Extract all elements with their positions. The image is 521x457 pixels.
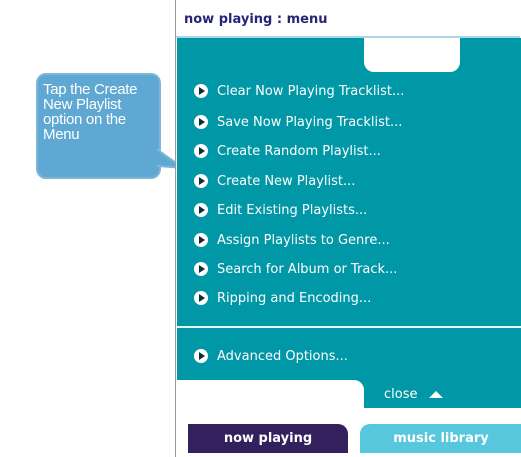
menu-item-save-tracklist[interactable]: Save Now Playing Tracklist... <box>194 111 402 133</box>
page-title: now playing : menu <box>184 12 328 27</box>
menu-bottom-notch <box>177 380 364 408</box>
menu-item-label: Clear Now Playing Tracklist... <box>217 83 405 99</box>
menu-top-notch <box>364 38 460 72</box>
menu-item-clear-tracklist[interactable]: Clear Now Playing Tracklist... <box>194 80 404 102</box>
menu-item-label: Create New Playlist... <box>217 173 356 189</box>
play-bullet-icon <box>194 291 208 305</box>
play-bullet-icon <box>194 144 208 158</box>
menu-item-label: Create Random Playlist... <box>217 143 381 159</box>
play-bullet-icon <box>194 174 208 188</box>
menu-item-search[interactable]: Search for Album or Track... <box>194 258 397 280</box>
chevron-up-icon <box>429 391 444 398</box>
close-button[interactable]: close <box>384 387 444 402</box>
callout-text: Tap the Create New Playlist option on th… <box>43 81 138 143</box>
menu-item-create-new-playlist[interactable]: Create New Playlist... <box>194 170 355 192</box>
tab-music-library[interactable]: music library <box>360 424 521 453</box>
close-label: close <box>384 387 418 402</box>
menu-item-label: Ripping and Encoding... <box>217 290 372 306</box>
menu-divider <box>177 326 521 328</box>
tab-bar: now playing music library <box>176 424 521 454</box>
play-bullet-icon <box>194 262 208 276</box>
menu-item-label: Edit Existing Playlists... <box>217 202 368 218</box>
menu-item-advanced-options[interactable]: Advanced Options... <box>194 345 348 367</box>
tab-now-playing[interactable]: now playing <box>188 424 348 453</box>
play-bullet-icon <box>194 203 208 217</box>
menu-item-label: Search for Album or Track... <box>217 261 398 277</box>
menu-item-assign-playlists[interactable]: Assign Playlists to Genre... <box>194 229 390 251</box>
callout-box: Tap the Create New Playlist option on th… <box>36 73 161 179</box>
menu-item-label: Assign Playlists to Genre... <box>217 232 390 248</box>
play-bullet-icon <box>194 84 208 98</box>
menu-item-ripping-encoding[interactable]: Ripping and Encoding... <box>194 287 371 309</box>
play-bullet-icon <box>194 233 208 247</box>
menu-item-label: Save Now Playing Tracklist... <box>217 114 403 130</box>
play-bullet-icon <box>194 115 208 129</box>
menu-item-edit-playlists[interactable]: Edit Existing Playlists... <box>194 199 367 221</box>
device-panel: now playing : menu Clear Now Playing Tra… <box>175 0 521 457</box>
menu-item-label: Advanced Options... <box>217 348 348 364</box>
title-bar: now playing : menu <box>176 4 520 36</box>
menu-item-create-random-playlist[interactable]: Create Random Playlist... <box>194 140 381 162</box>
play-bullet-icon <box>194 349 208 363</box>
